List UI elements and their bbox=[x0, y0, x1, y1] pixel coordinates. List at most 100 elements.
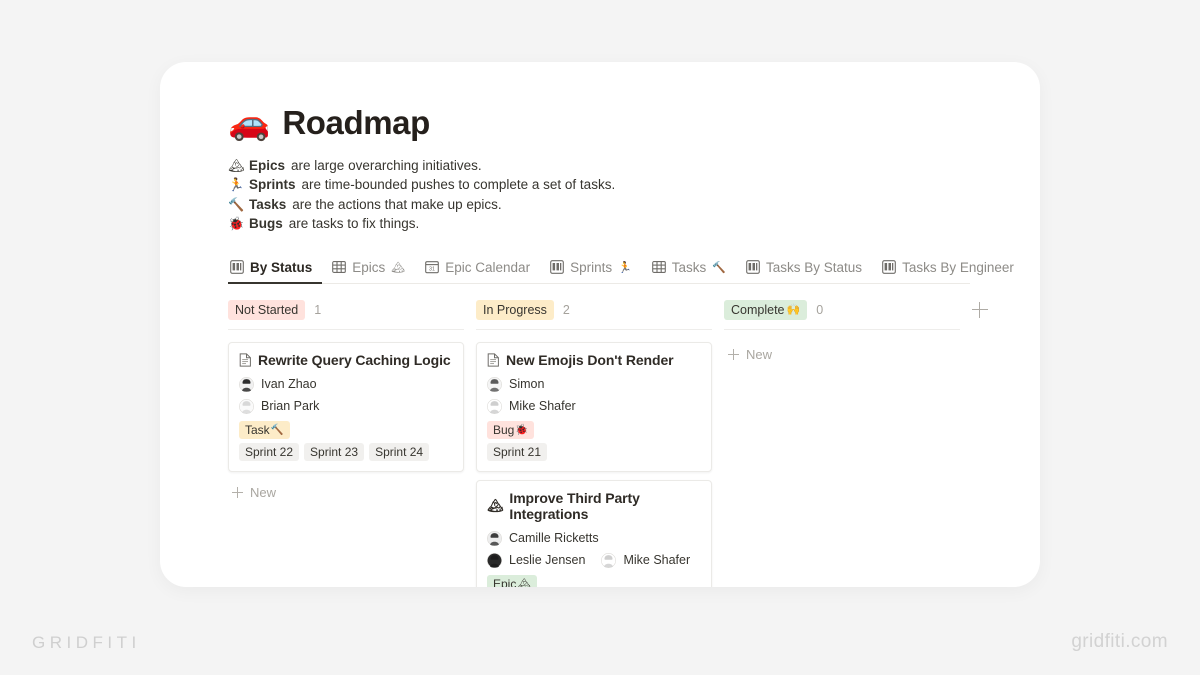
card-person[interactable]: Simon bbox=[487, 376, 544, 392]
avatar bbox=[239, 376, 254, 392]
tab-tasks[interactable]: Tasks 🔨 bbox=[642, 256, 736, 283]
car-icon: 🚗 bbox=[228, 104, 271, 142]
type-tag[interactable]: Task 🔨 bbox=[239, 420, 290, 439]
card-person[interactable]: Ivan Zhao bbox=[239, 376, 317, 392]
document-icon bbox=[239, 353, 252, 367]
board-icon bbox=[550, 260, 564, 275]
tab-emoji: 🔨 bbox=[712, 261, 727, 274]
board-icon bbox=[230, 260, 244, 275]
type-tag-emoji: 🐞 bbox=[515, 423, 529, 436]
legend-text-sprints: are time-bounded pushes to complete a se… bbox=[301, 177, 616, 193]
person-name: Ivan Zhao bbox=[261, 377, 317, 392]
card-title-text: New Emojis Don't Render bbox=[506, 351, 674, 368]
board-card[interactable]: Rewrite Query Caching Logic Ivan Zhao Bria… bbox=[228, 341, 464, 472]
board-column: Complete 🙌 0 New bbox=[724, 299, 960, 587]
person-name: Leslie Jensen bbox=[509, 553, 586, 568]
card-title: Rewrite Query Caching Logic bbox=[239, 352, 453, 368]
tab-tasks-by-status[interactable]: Tasks By Status bbox=[736, 256, 872, 283]
avatar bbox=[601, 552, 617, 568]
type-tag-emoji: 🔨 bbox=[270, 423, 284, 436]
status-badge[interactable]: In Progress bbox=[476, 299, 554, 320]
tab-label: By Status bbox=[250, 259, 313, 275]
legend-text-bugs: are tasks to fix things. bbox=[288, 216, 420, 232]
tab-epics[interactable]: Epics 🏔 bbox=[322, 256, 415, 283]
status-badge[interactable]: Not Started bbox=[228, 299, 306, 320]
avatar bbox=[487, 376, 502, 392]
card-person[interactable]: Mike Shafer bbox=[601, 552, 691, 568]
sprint-tag[interactable]: Sprint 23 bbox=[304, 442, 365, 461]
svg-text:31: 31 bbox=[429, 267, 435, 273]
column-header: In Progress 2 bbox=[476, 299, 712, 330]
type-tag-label: Epic bbox=[493, 576, 517, 587]
card-person[interactable]: Camille Ricketts bbox=[487, 530, 599, 546]
status-badge-emoji: 🙌 bbox=[786, 303, 801, 316]
status-badge-label: In Progress bbox=[483, 302, 547, 317]
runner-icon: 🏃 bbox=[228, 177, 245, 193]
card-type-tags: Epic 🏔 bbox=[487, 574, 701, 587]
legend-term-bugs: Bugs bbox=[249, 216, 283, 232]
avatar bbox=[239, 398, 254, 414]
card-title-text: Rewrite Query Caching Logic bbox=[258, 351, 451, 368]
card-type-tags: Task 🔨 bbox=[239, 420, 453, 439]
tab-tasks-by-engineer[interactable]: Tasks By Engineer bbox=[872, 256, 1024, 283]
new-card-label: New bbox=[250, 484, 277, 500]
card-people-row: Ivan Zhao bbox=[239, 376, 453, 392]
column-count: 0 bbox=[816, 302, 824, 317]
page-title-text: Roadmap bbox=[282, 104, 430, 141]
column-count: 2 bbox=[562, 302, 570, 317]
table-icon bbox=[332, 260, 347, 274]
tab-label: Sprints bbox=[570, 259, 613, 275]
sprint-tag[interactable]: Sprint 22 bbox=[239, 442, 300, 461]
card-person[interactable]: Brian Park bbox=[239, 398, 320, 414]
card-people-row: Simon bbox=[487, 376, 701, 392]
tab-sprints[interactable]: Sprints 🏃 bbox=[540, 256, 642, 283]
plus-icon bbox=[728, 348, 739, 360]
card-title: 🏔 Improve Third Party Integrations bbox=[487, 490, 701, 522]
status-badge[interactable]: Complete 🙌 bbox=[724, 299, 808, 320]
card-title: New Emojis Don't Render bbox=[487, 352, 701, 368]
legend-line-epics: 🏔 Epics are large overarching initiative… bbox=[228, 156, 998, 175]
board-card[interactable]: New Emojis Don't Render Simon Mike Shafer B… bbox=[476, 341, 712, 472]
avatar bbox=[487, 530, 502, 546]
tab-label: Epics bbox=[352, 259, 386, 275]
status-badge-label: Not Started bbox=[235, 302, 299, 317]
board-column: Not Started 1 Rewrite Query Caching Logic I… bbox=[228, 299, 464, 587]
type-tag[interactable]: Epic 🏔 bbox=[487, 574, 537, 587]
add-column-button[interactable] bbox=[972, 301, 988, 318]
person-name: Mike Shafer bbox=[623, 553, 691, 568]
type-tag[interactable]: Bug 🐞 bbox=[487, 420, 535, 439]
new-card-label: New bbox=[746, 346, 773, 362]
notion-page-panel: 🚗 Roadmap 🏔 Epics are large overarching … bbox=[160, 62, 1040, 587]
kanban-board: Not Started 1 Rewrite Query Caching Logic I… bbox=[228, 299, 988, 587]
new-card-button[interactable]: New bbox=[228, 480, 464, 505]
tab-label: Epic Calendar bbox=[445, 259, 531, 275]
card-people-row: Brian Park bbox=[239, 398, 453, 414]
tab-emoji: 🏔 bbox=[391, 261, 406, 274]
mountain-icon: 🏔 bbox=[228, 158, 245, 173]
view-tabbar: By Status Epics 🏔 31 Epic Calendar Sprints 🏃 Ta… bbox=[228, 256, 1014, 284]
legend-line-bugs: 🐞 Bugs are tasks to fix things. bbox=[228, 214, 998, 233]
page-title: 🚗 Roadmap bbox=[228, 104, 998, 142]
legend-term-sprints: Sprints bbox=[249, 177, 296, 193]
watermark-gridfiti-com: gridfiti.com bbox=[1071, 631, 1168, 652]
sprint-tag[interactable]: Sprint 24 bbox=[369, 442, 430, 461]
tab-label: Tasks By Status bbox=[766, 259, 863, 275]
board-card[interactable]: 🏔 Improve Third Party Integrations Camille… bbox=[476, 479, 712, 587]
column-count: 1 bbox=[314, 302, 322, 317]
person-name: Brian Park bbox=[261, 399, 320, 414]
board-icon bbox=[882, 260, 896, 275]
card-people-row: Leslie Jensen Mike Shafer bbox=[487, 552, 701, 568]
tab-epic-calendar[interactable]: 31 Epic Calendar bbox=[415, 256, 540, 283]
tab-by-status[interactable]: By Status bbox=[228, 256, 323, 284]
card-person[interactable]: Leslie Jensen bbox=[487, 552, 586, 568]
board-icon bbox=[746, 260, 760, 275]
legend-line-tasks: 🔨 Tasks are the actions that make up epi… bbox=[228, 195, 998, 214]
column-header: Complete 🙌 0 bbox=[724, 299, 960, 330]
card-person[interactable]: Mike Shafer bbox=[487, 398, 576, 414]
mountain-icon: 🏔 bbox=[487, 497, 504, 513]
new-card-button[interactable]: New bbox=[724, 342, 960, 367]
legend-text-epics: are large overarching initiatives. bbox=[291, 158, 482, 173]
sprint-tag[interactable]: Sprint 21 bbox=[487, 442, 548, 461]
plus-icon bbox=[232, 486, 243, 498]
card-people-row: Camille Ricketts bbox=[487, 530, 701, 546]
